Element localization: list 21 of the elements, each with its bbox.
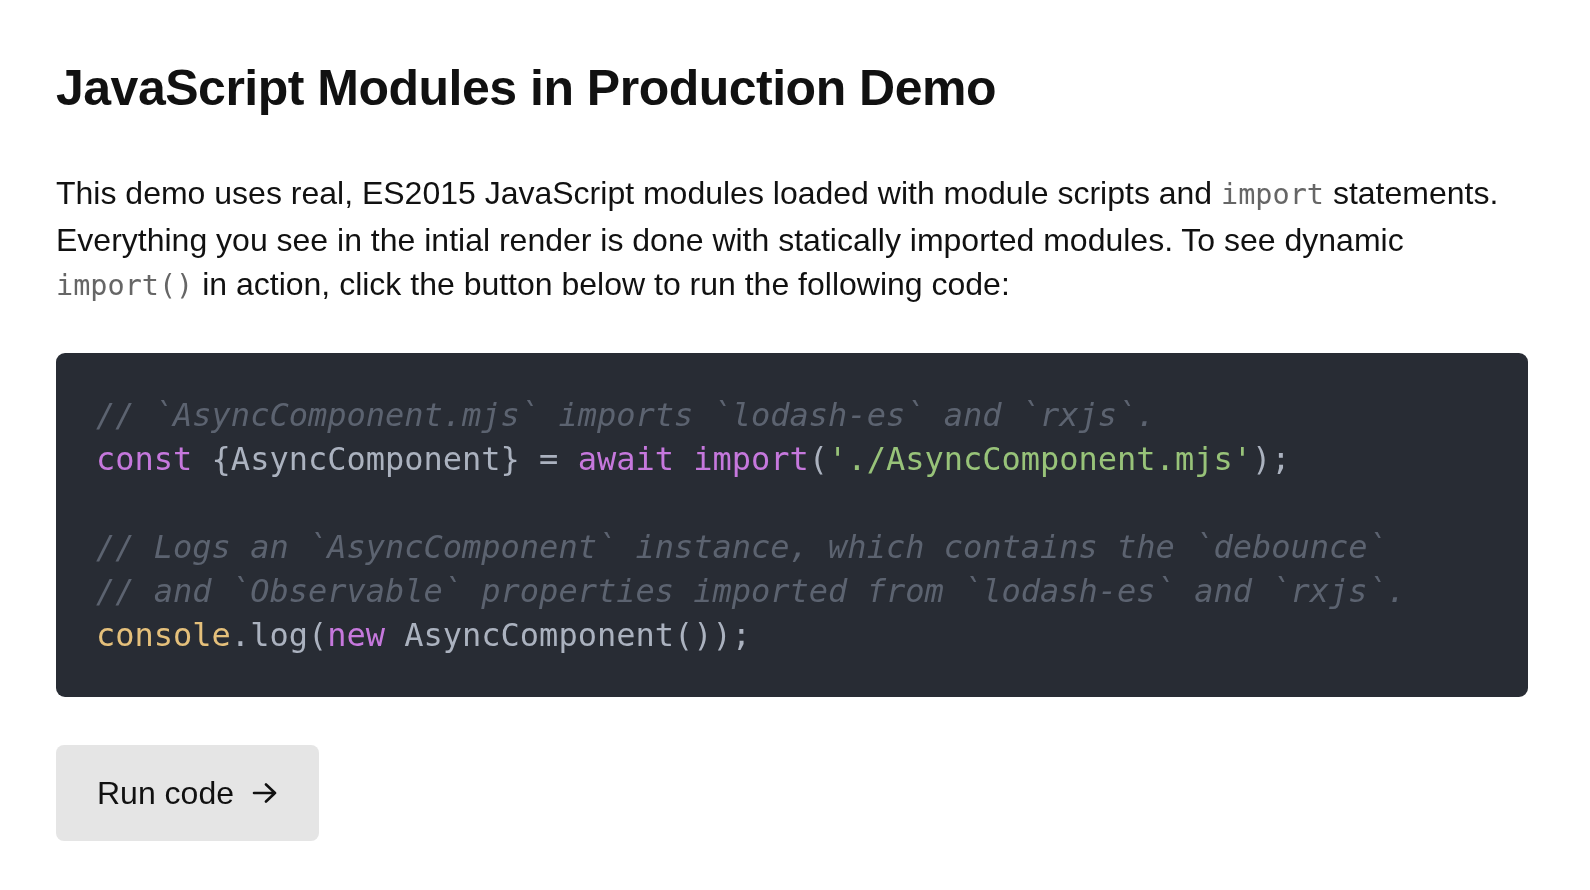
code-plain: {AsyncComponent} = bbox=[210, 438, 560, 480]
code-comment: // Logs an `AsyncComponent` instance, which contains the `debounce` bbox=[96, 526, 1387, 568]
code-plain: AsyncComponent()); bbox=[403, 614, 752, 656]
code-comment: // `AsyncComponent.mjs` imports `lodash-es` and `rxjs`. bbox=[96, 394, 1156, 436]
code-plain: ( bbox=[808, 438, 829, 480]
code-builtin: console bbox=[96, 614, 231, 656]
code-keyword: new bbox=[327, 614, 385, 656]
page-title: JavaScript Modules in Production Demo bbox=[56, 59, 996, 118]
code-string: './AsyncComponent.mjs' bbox=[828, 438, 1252, 480]
code-comment: // and `Observable` properties imported from `lodash-es` and `rxjs`. bbox=[96, 570, 1407, 612]
code-keyword: import bbox=[693, 438, 809, 480]
run-code-button[interactable]: Run code bbox=[56, 744, 319, 841]
button-label: Run code bbox=[97, 773, 234, 813]
arrow-right-icon bbox=[252, 781, 278, 804]
code-keyword: await bbox=[577, 438, 675, 480]
code-plain: ); bbox=[1251, 438, 1291, 480]
code-plain: .log( bbox=[230, 614, 328, 656]
code-keyword: const bbox=[96, 438, 193, 480]
intro-paragraph: This demo uses real, ES2015 JavaScript modules loaded with module scripts and import statements. Everything you see in the intial render is done with statically imported modules. To see dynamic import() in action, click the button below to run the following code: bbox=[56, 174, 1500, 305]
inline-code: import() bbox=[56, 269, 194, 303]
inline-code: import bbox=[1221, 178, 1324, 211]
